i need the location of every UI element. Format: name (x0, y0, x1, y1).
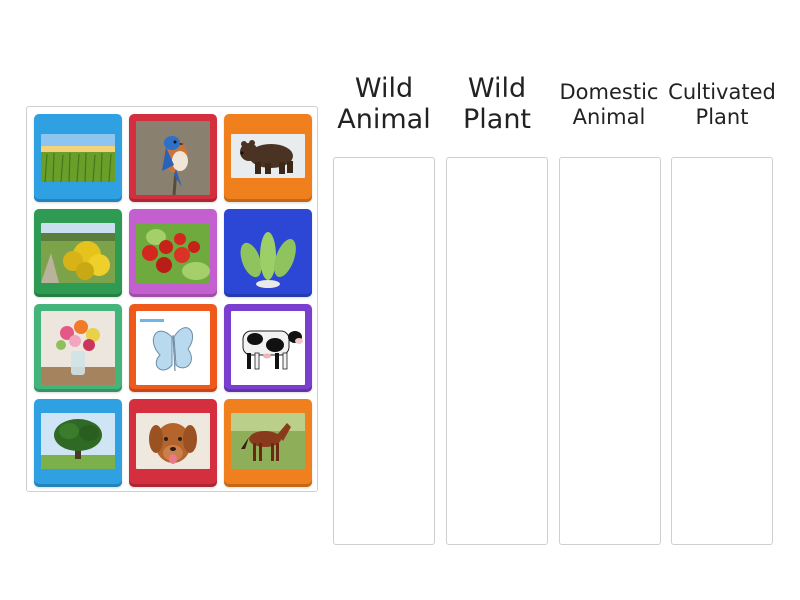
column-header-line: Wild (467, 73, 527, 104)
drop-zone-cultivated-plant[interactable] (671, 157, 773, 545)
tile-tree[interactable] (34, 399, 122, 487)
tile-cactus[interactable] (224, 209, 312, 297)
tile-tray (26, 106, 318, 492)
tree-image (41, 413, 115, 469)
cow-image (231, 311, 305, 385)
tile-butterfly-drawing[interactable] (129, 304, 217, 392)
tile-cornfield[interactable] (34, 114, 122, 202)
drop-zone-wild-plant[interactable] (446, 157, 548, 545)
column-header-line: Domestic (559, 80, 659, 104)
tile-cow[interactable] (224, 304, 312, 392)
column-header-line: Animal (572, 105, 646, 129)
butterfly-drawing-image (136, 311, 210, 385)
column-header-domestic-animal: Domestic Animal (552, 82, 666, 128)
bear-image (231, 134, 305, 178)
column-header-line: Cultivated (668, 80, 776, 104)
horse-image (231, 413, 305, 469)
column-header-line: Wild (354, 73, 414, 104)
dog-image (136, 413, 210, 469)
column-header-line: Animal (337, 104, 431, 135)
tile-dog[interactable] (129, 399, 217, 487)
column-header-wild-animal: Wild Animal (334, 75, 434, 133)
tile-flowering-bush[interactable] (34, 209, 122, 297)
flowering-bush-image (41, 223, 115, 283)
bluebird-image (136, 121, 210, 195)
tile-flower-vase[interactable] (34, 304, 122, 392)
tile-horse[interactable] (224, 399, 312, 487)
flower-vase-image (41, 311, 115, 385)
column-header-line: Plant (695, 105, 749, 129)
drop-zone-wild-animal[interactable] (333, 157, 435, 545)
column-header-line: Plant (462, 104, 532, 135)
tile-tomatoes[interactable] (129, 209, 217, 297)
tile-bluebird[interactable] (129, 114, 217, 202)
drop-zone-domestic-animal[interactable] (559, 157, 661, 545)
column-header-wild-plant: Wild Plant (447, 75, 547, 133)
tomatoes-image (136, 223, 210, 283)
tile-bear[interactable] (224, 114, 312, 202)
cactus-image (240, 232, 296, 288)
cornfield-image (41, 134, 115, 182)
column-header-cultivated-plant: Cultivated Plant (665, 82, 779, 128)
